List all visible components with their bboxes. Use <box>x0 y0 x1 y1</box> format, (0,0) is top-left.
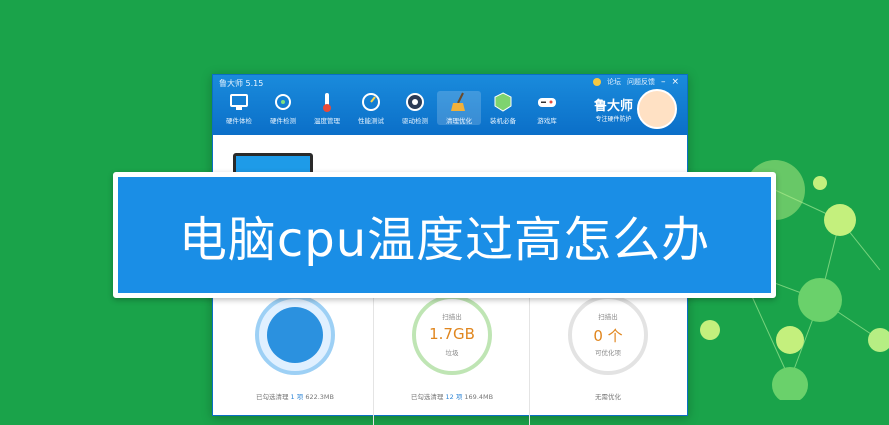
optimize-ring: 扫描出 0 个 可优化项 <box>568 295 648 375</box>
speedometer-icon <box>362 93 380 111</box>
tool-label: 装机必备 <box>490 117 516 125</box>
gamepad-icon <box>538 98 556 107</box>
tool-hardware-check[interactable]: 硬件体检 <box>217 91 261 125</box>
banner-title: 电脑cpu温度过高怎么办 <box>178 212 711 268</box>
tool-label: 驱动检测 <box>402 117 428 125</box>
cleanup-panel-disk: 已勾选清理 1 项 622.3MB <box>217 295 373 425</box>
usb-drive-icon <box>267 307 323 363</box>
tool-performance[interactable]: 性能测试 <box>349 91 393 125</box>
top-menu: 论坛 问题反馈 – × <box>592 77 679 87</box>
cube-icon <box>494 92 512 112</box>
hardware-detect-icon <box>275 94 291 110</box>
junk-sub-label: 垃圾 <box>445 349 459 357</box>
tool-games[interactable]: 游戏库 <box>525 91 569 125</box>
thermometer-icon <box>323 93 331 112</box>
brand-tagline: 专注硬件防护 <box>595 116 632 123</box>
coin-icon <box>592 78 601 86</box>
feedback-link[interactable]: 问题反馈 <box>627 77 655 87</box>
junk-size-value: 1.7GB <box>429 325 475 343</box>
tool-label: 游戏库 <box>537 117 557 125</box>
disk-ring <box>255 295 335 375</box>
scan-label: 扫描出 <box>598 313 618 321</box>
avatar[interactable] <box>637 89 677 129</box>
tool-label: 清理优化 <box>446 117 472 125</box>
tool-label: 性能测试 <box>358 117 384 125</box>
forum-link[interactable]: 论坛 <box>607 77 621 87</box>
optimize-count-value: 0 个 <box>593 327 623 345</box>
close-button[interactable]: × <box>671 77 679 87</box>
brand-name: 鲁大师 <box>593 99 633 114</box>
junk-ring: 扫描出 1.7GB 垃圾 <box>412 295 492 375</box>
tool-essentials[interactable]: 装机必备 <box>481 91 525 125</box>
scan-label: 扫描出 <box>442 313 462 321</box>
broom-icon <box>451 92 465 111</box>
title-banner: 电脑cpu温度过高怎么办 <box>113 172 776 298</box>
title-bar: 鲁大师 5.15 论坛 问题反馈 – × 硬件体检 硬件检测 温度管理 性能测试… <box>213 75 687 135</box>
tool-label: 温度管理 <box>314 117 340 125</box>
main-toolbar: 硬件体检 硬件检测 温度管理 性能测试 驱动检测 清理优化 装机必备 游戏库 <box>217 91 569 125</box>
cleanup-panel-optimize: 扫描出 0 个 可优化项 无需优化 <box>529 295 686 425</box>
tool-driver[interactable]: 驱动检测 <box>393 91 437 125</box>
tool-hardware-detect[interactable]: 硬件检测 <box>261 91 305 125</box>
hardware-check-icon <box>230 94 248 110</box>
minimize-button[interactable]: – <box>661 77 666 87</box>
tool-label: 硬件检测 <box>270 117 296 125</box>
tool-label: 硬件体检 <box>226 117 252 125</box>
optimize-sub-label: 可优化项 <box>595 349 621 357</box>
app-title: 鲁大师 5.15 <box>219 79 264 88</box>
tool-cleanup[interactable]: 清理优化 <box>437 91 481 125</box>
driver-icon <box>406 93 424 111</box>
tool-temperature[interactable]: 温度管理 <box>305 91 349 125</box>
cleanup-panel-junk: 扫描出 1.7GB 垃圾 已勾选清理 12 项 169.4MB <box>373 295 530 425</box>
brand-area: 鲁大师 专注硬件防护 <box>594 89 677 129</box>
